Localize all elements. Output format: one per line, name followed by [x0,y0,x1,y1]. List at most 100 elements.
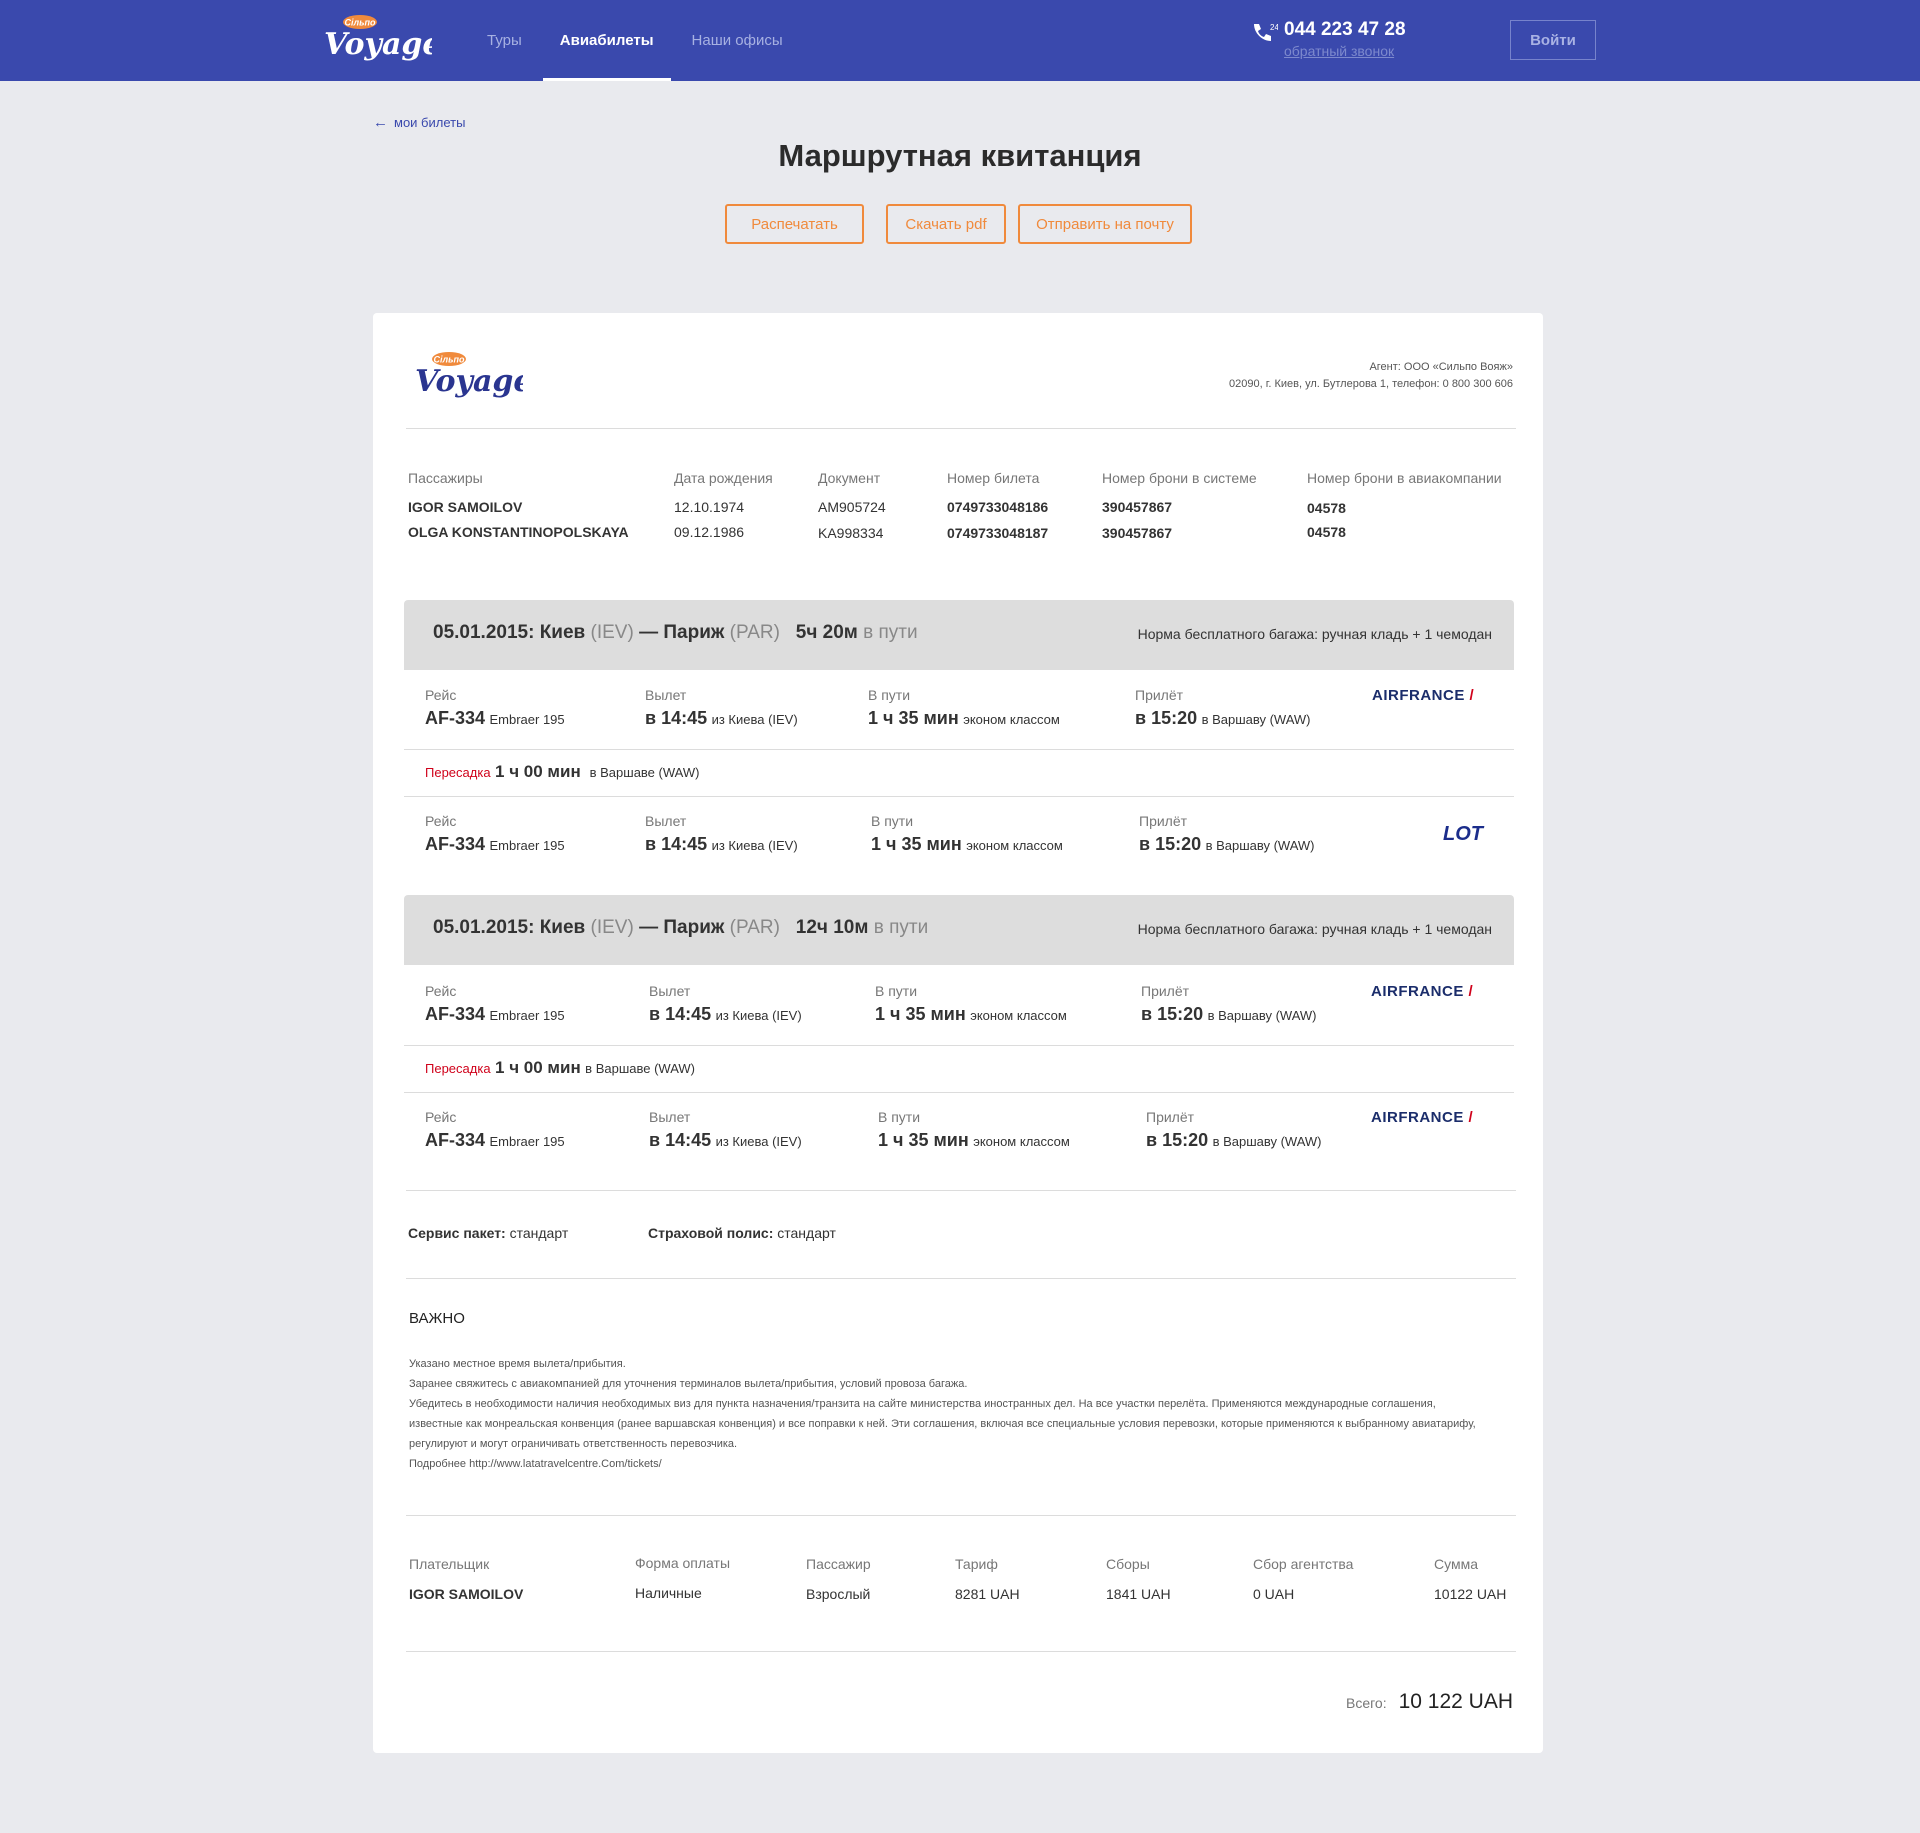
total-value: 10 122 UAH [1398,1690,1513,1713]
departure-label: Вылет [645,813,687,829]
segment-to: Париж [663,917,725,938]
callback-link[interactable]: обратный звонок [1284,43,1394,59]
segment-to: Париж [663,622,725,643]
arrival: в 15:20 в Варшаву (WAW) [1135,708,1311,728]
segment-duration: 5ч 20м [795,622,858,643]
passenger-type: Взрослый [806,1586,871,1602]
phone-number[interactable]: 044 223 47 28 [1284,19,1406,41]
back-link-label: мои билеты [394,115,466,130]
divider [406,1278,1516,1279]
booking-airline: 04578 [1307,524,1346,540]
arrival: в 15:20 в Варшаву (WAW) [1146,1130,1322,1150]
divider [406,1651,1516,1652]
nav-offices[interactable]: Наши офисы [675,0,800,81]
transfer-time: 1 ч 00 мин [495,1058,581,1077]
arrival: в 15:20 в Варшаву (WAW) [1141,1004,1317,1024]
send-email-button[interactable]: Отправить на почту [1018,204,1192,244]
route-separator: — [639,622,659,643]
flight-label: Рейс [425,813,457,829]
voyage-logo[interactable]: Сільпо Voyage [322,12,441,70]
flight-label: Рейс [425,687,457,703]
arrival-label: Прилёт [1135,687,1184,703]
transfer-info: Пересадка 1 ч 00 мин в Варшаве (WAW) [425,1058,695,1078]
airfrance-logo: AIRFRANCE / [1372,687,1475,704]
segment-duration: 12ч 10м [795,917,869,938]
divider [404,1045,1514,1046]
arrival-label: Прилёт [1141,983,1190,999]
flight-duration: 1 ч 35 мин эконом классом [871,834,1063,854]
segment-date-from: 05.01.2015: Киев [433,622,586,643]
baggage-allowance: Норма бесплатного багажа: ручная кладь +… [1137,921,1492,937]
booking-airline: 04578 [1307,500,1346,516]
itinerary-receipt: Сільпо Voyage Агент: ООО «Сильпо Вояж» 0… [373,313,1543,1753]
svg-text:Сільпо: Сільпо [345,18,376,28]
important-text: Указано местное время вылета/прибытия. З… [409,1358,1476,1470]
receipt-logo: Сільпо Voyage [413,349,532,407]
print-button[interactable]: Распечатать [725,204,864,244]
airfrance-logo: AIRFRANCE / [1371,983,1474,1000]
phone-badge: 24 [1270,23,1278,32]
segment-route: 05.01.2015: Киев (IEV) — Париж (PAR) 12ч… [433,917,928,939]
col-header: Сумма [1434,1556,1478,1572]
booking-system: 390457867 [1102,525,1173,541]
page-title: Маршрутная квитанция [778,138,1142,173]
lot-logo: LOT [1443,823,1483,845]
agent-name: Агент: ООО «Сильпо Вояж» [1369,361,1513,373]
segment-date-from: 05.01.2015: Киев [433,917,586,938]
total: Всего: 10 122 UAH [1346,1690,1513,1714]
document: AM905724 [818,499,886,515]
col-header: Номер брони в системе [1102,470,1257,486]
duration-label: В пути [875,983,918,999]
transfer-time: 1 ч 00 мин [495,762,581,781]
sum: 10122 UAH [1434,1586,1507,1602]
ticket-number: 0749733048187 [947,525,1049,541]
passenger-name: OLGA KONSTANTINOPOLSKAYA [408,524,629,540]
departure: в 14:45 из Киева (IEV) [649,1004,802,1024]
duration-label: В пути [871,813,914,829]
transfer-info: Пересадка 1 ч 00 мин в Варшаве (WAW) [425,762,699,782]
from-code: (IEV) [590,917,634,938]
transfer-label: Пересадка [425,1061,491,1076]
duration-suffix: в пути [873,917,929,938]
flight-label: Рейс [425,1109,457,1125]
download-pdf-button[interactable]: Скачать pdf [886,204,1006,244]
agent-address: 02090, г. Киев, ул. Бутлерова 1, телефон… [1229,378,1513,390]
nav-flights[interactable]: Авиабилеты [542,0,671,81]
col-header: Сбор агентства [1253,1556,1354,1572]
flight-label: Рейс [425,983,457,999]
segment-header: 05.01.2015: Киев (IEV) — Париж (PAR) 5ч … [404,600,1514,670]
flight-number: AF-334 Embraer 195 [425,834,565,854]
divider [406,1515,1516,1516]
fare: 8281 UAH [955,1586,1020,1602]
flight-duration: 1 ч 35 мин эконом классом [875,1004,1067,1024]
flight-number: AF-334 Embraer 195 [425,708,565,728]
flight-number: AF-334 Embraer 195 [425,1004,565,1024]
divider [406,1190,1516,1191]
col-header: Форма оплаты [635,1555,731,1571]
col-header: Номер билета [947,470,1040,486]
phone-24-icon: 24 [1254,23,1278,41]
document: KA998334 [818,525,884,541]
service-package: Сервис пакет: стандарт [408,1225,569,1241]
nav-tours[interactable]: Туры [470,0,539,81]
payer-name: IGOR SAMOILOV [409,1586,524,1602]
departure-label: Вылет [645,687,687,703]
svg-text:Voyage: Voyage [415,364,523,399]
divider [404,749,1514,750]
back-link[interactable]: ← мои билеты [373,114,465,131]
booking-system: 390457867 [1102,499,1173,515]
duration-suffix: в пути [863,622,918,643]
arrow-left-icon: ← [373,114,388,131]
from-code: (IEV) [590,622,634,643]
segment-header: 05.01.2015: Киев (IEV) — Париж (PAR) 12ч… [404,895,1514,965]
main-nav: Туры Авиабилеты Наши офисы [470,0,804,81]
ticket-number: 0749733048186 [947,499,1049,515]
birth-date: 09.12.1986 [674,524,745,540]
insurance-policy: Страховой полис: стандарт [648,1225,836,1241]
divider [406,428,1516,429]
duration-label: В пути [878,1109,921,1125]
login-button[interactable]: Войти [1510,20,1596,60]
transfer-place: в Варшаве (WAW) [585,1061,695,1076]
col-header: Документ [818,470,881,486]
total-label: Всего: [1345,1695,1387,1711]
